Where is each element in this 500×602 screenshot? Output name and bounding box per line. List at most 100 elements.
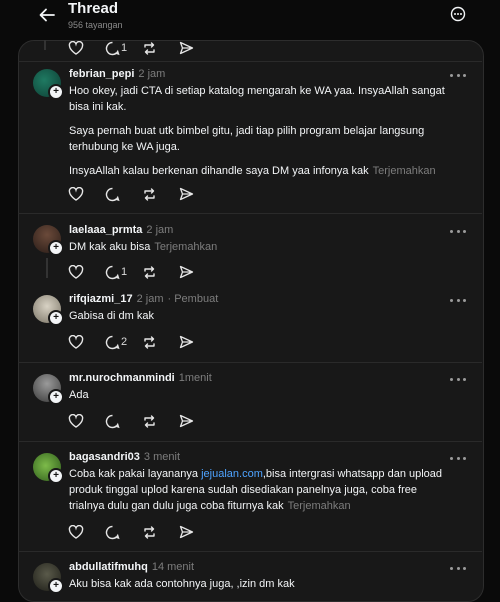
repost-button[interactable] [142, 185, 179, 203]
reply-icon [105, 265, 120, 279]
reply-icon [105, 335, 120, 349]
like-button[interactable] [68, 412, 105, 430]
top-bar: Thread 956 tayangan [0, 0, 500, 38]
like-button[interactable] [68, 523, 105, 541]
repost-icon [144, 187, 155, 201]
post-header: mr.nurochmanmindi 1menit [69, 372, 212, 384]
reply-icon [105, 414, 120, 428]
repost-icon [144, 41, 155, 55]
share-button[interactable] [179, 523, 216, 541]
reply-icon [105, 525, 120, 539]
reply-count: 1 [121, 266, 128, 278]
reply-button[interactable]: 1 [105, 263, 142, 281]
thread-connector [44, 40, 46, 50]
action-bar: 1 [68, 39, 216, 57]
page-title: Thread [68, 0, 119, 17]
heart-icon [68, 187, 84, 201]
repost-button[interactable] [142, 523, 179, 541]
heart-icon [68, 41, 84, 55]
username[interactable]: febrian_pepi [69, 68, 134, 80]
more-dots-icon[interactable] [450, 565, 466, 571]
share-button[interactable] [179, 39, 216, 57]
post-link[interactable]: jejualan.com [201, 468, 263, 480]
repost-icon [144, 265, 155, 279]
translate-link[interactable]: Terjemahkan [288, 500, 351, 512]
action-bar [68, 523, 216, 541]
back-arrow-icon[interactable] [36, 4, 58, 26]
share-button[interactable] [179, 333, 216, 351]
reply-button[interactable] [105, 412, 142, 430]
timestamp: 2 jam [136, 293, 164, 305]
translate-link[interactable]: Terjemahkan [154, 241, 217, 253]
action-bar: 2 [68, 333, 216, 351]
follow-plus-icon[interactable]: + [48, 389, 64, 405]
post-body: Ada [69, 387, 449, 403]
post-body: Gabisa di dm kak [69, 308, 449, 324]
share-icon [179, 414, 194, 428]
post-body: Aku bisa kak ada contohnya juga, ,izin d… [69, 576, 449, 592]
share-button[interactable] [179, 185, 216, 203]
post-paragraph: Saya pernah buat utk bimbel gitu, jadi t… [69, 125, 425, 153]
reply-count: 1 [121, 42, 128, 54]
repost-button[interactable] [142, 263, 179, 281]
reply-button[interactable] [105, 185, 142, 203]
post-text: Aku bisa kak ada contohnya juga, ,izin d… [69, 578, 295, 590]
more-dots-icon[interactable] [450, 455, 466, 461]
follow-plus-icon[interactable]: + [48, 84, 64, 100]
username[interactable]: bagasandri03 [69, 451, 140, 463]
reply-button[interactable]: 1 [105, 39, 142, 57]
reply-icon [105, 187, 120, 201]
post-header: laelaaa_prmta 2 jam [69, 224, 173, 236]
follow-plus-icon[interactable]: + [48, 310, 64, 326]
more-dots-icon[interactable] [450, 297, 466, 303]
heart-icon [68, 265, 84, 279]
follow-plus-icon[interactable]: + [48, 468, 64, 484]
thread-connector [46, 258, 48, 278]
share-icon [179, 525, 194, 539]
repost-button[interactable] [142, 333, 179, 351]
share-icon [179, 187, 194, 201]
more-dots-icon[interactable] [450, 72, 466, 78]
divider [18, 213, 482, 214]
follow-plus-icon[interactable]: + [48, 240, 64, 256]
username[interactable]: rifqiazmi_17 [69, 293, 133, 305]
post-header: bagasandri03 3 menit [69, 451, 180, 463]
divider [18, 61, 482, 62]
more-dots-icon[interactable] [450, 376, 466, 382]
heart-icon [68, 414, 84, 428]
like-button[interactable] [68, 185, 105, 203]
divider [18, 362, 482, 363]
timestamp: 3 menit [143, 451, 180, 463]
post-header: rifqiazmi_17 2 jam · Pembuat [69, 293, 218, 305]
post-header: abdullatifmuhq 14 menit [69, 561, 194, 573]
post-text: Coba kak pakai layananya [69, 468, 202, 480]
username[interactable]: laelaaa_prmta [69, 224, 142, 236]
post-paragraph: InsyaAllah kalau berkenan dihandle saya … [69, 165, 369, 177]
action-bar [68, 185, 216, 203]
repost-button[interactable] [142, 39, 179, 57]
heart-icon [68, 335, 84, 349]
username[interactable]: abdullatifmuhq [69, 561, 148, 573]
timestamp: 14 menit [151, 561, 195, 573]
like-button[interactable] [68, 263, 105, 281]
repost-button[interactable] [142, 412, 179, 430]
timestamp: 2 jam [146, 224, 174, 236]
share-icon [179, 265, 194, 279]
translate-link[interactable]: Terjemahkan [373, 165, 436, 177]
reply-button[interactable]: 2 [105, 333, 142, 351]
reply-button[interactable] [105, 523, 142, 541]
more-dots-icon[interactable] [450, 228, 466, 234]
post-header: febrian_pepi 2 jam [69, 68, 165, 80]
share-button[interactable] [179, 412, 216, 430]
more-circle-icon[interactable] [449, 5, 467, 23]
timestamp: 1menit [178, 372, 212, 384]
share-button[interactable] [179, 263, 216, 281]
like-button[interactable] [68, 39, 105, 57]
post-body: DM kak aku bisa Terjemahkan [69, 239, 449, 255]
action-bar [68, 412, 216, 430]
action-bar: 1 [68, 263, 216, 281]
username[interactable]: mr.nurochmanmindi [69, 372, 175, 384]
reply-count: 2 [121, 336, 128, 348]
like-button[interactable] [68, 333, 105, 351]
divider [18, 551, 482, 552]
